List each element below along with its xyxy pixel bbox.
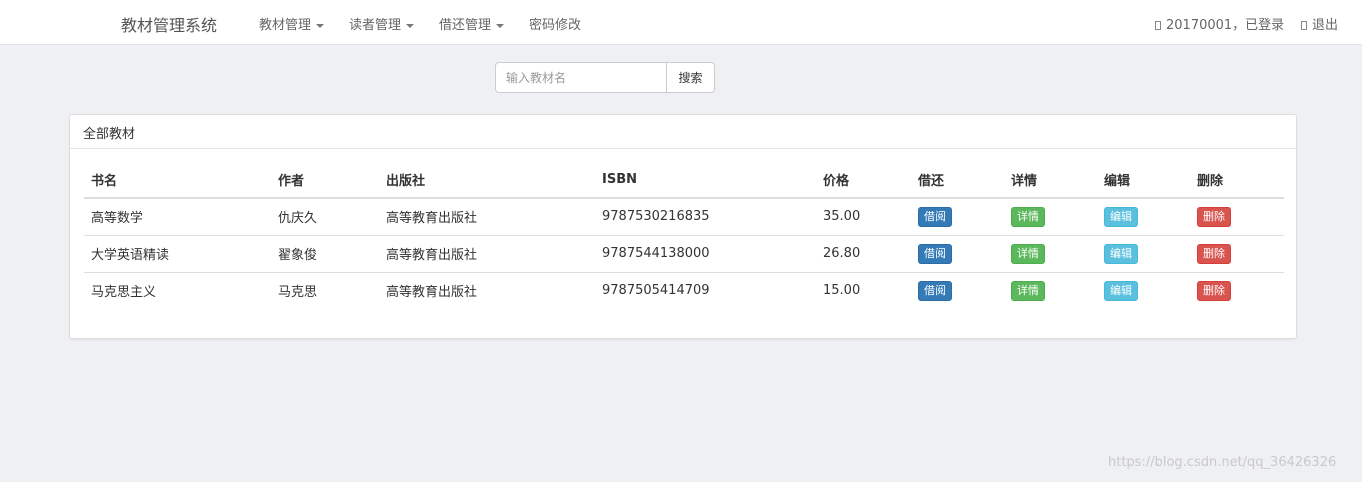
delete-button[interactable]: 删除 xyxy=(1197,243,1231,264)
caret-down-icon xyxy=(406,23,415,28)
book-publisher: 高等教育出版社 xyxy=(379,271,595,309)
table-row: 高等数学 仇庆久 高等教育出版社 9787530216835 35.00 借阅 … xyxy=(84,197,1284,235)
detail-cell: 详情 xyxy=(1004,234,1097,272)
watermark: https://blog.csdn.net/qq_36426326 xyxy=(1108,455,1337,470)
book-price: 35.00 xyxy=(816,197,911,235)
book-price: 15.00 xyxy=(816,271,911,309)
borrow-button[interactable]: 借阅 xyxy=(918,280,952,301)
book-title: 大学英语精读 xyxy=(84,234,271,272)
nav-menu-readers[interactable]: 读者管理 xyxy=(349,14,415,33)
book-publisher: 高等教育出版社 xyxy=(379,234,595,272)
table-row: 马克思主义 马克思 高等教育出版社 9787505414709 15.00 借阅… xyxy=(84,271,1284,309)
borrow-cell: 借阅 xyxy=(911,234,1004,272)
detail-button[interactable]: 详情 xyxy=(1011,280,1045,301)
textbook-panel: 全部教材 书名 作者 出版社 ISBN 价格 借还 详情 编辑 删除 高等数学 … xyxy=(69,114,1297,339)
table-row: 大学英语精读 翟象俊 高等教育出版社 9787544138000 26.80 借… xyxy=(84,234,1284,272)
user-status[interactable]: 20170001，已登录 xyxy=(1155,14,1284,33)
nav-menu-password[interactable]: 密码修改 xyxy=(529,14,581,33)
column-header: 删除 xyxy=(1190,162,1284,199)
book-title: 高等数学 xyxy=(84,197,271,235)
table-header-row: 书名 作者 出版社 ISBN 价格 借还 详情 编辑 删除 xyxy=(84,162,1284,199)
book-price: 26.80 xyxy=(816,234,911,272)
book-author: 仇庆久 xyxy=(271,197,379,235)
nav-menu-label: 密码修改 xyxy=(529,18,582,33)
detail-button[interactable]: 详情 xyxy=(1011,206,1045,227)
book-title: 马克思主义 xyxy=(84,271,271,309)
user-status-text: 20170001，已登录 xyxy=(1166,18,1285,33)
edit-button[interactable]: 编辑 xyxy=(1104,280,1138,301)
column-header: 出版社 xyxy=(379,162,595,199)
nav-menu-label: 教材管理 xyxy=(259,18,312,33)
column-header: 详情 xyxy=(1004,162,1097,199)
column-header: 借还 xyxy=(911,162,1004,199)
book-author: 翟象俊 xyxy=(271,234,379,272)
panel-title: 全部教材 xyxy=(70,115,1296,149)
column-header: 价格 xyxy=(816,162,911,199)
detail-button[interactable]: 详情 xyxy=(1011,243,1045,264)
top-navbar: 教材管理系统 教材管理 读者管理 借还管理 密码修改 20170001，已登录 … xyxy=(0,0,1362,45)
edit-cell: 编辑 xyxy=(1097,197,1190,235)
search-input[interactable] xyxy=(495,62,667,93)
book-author: 马克思 xyxy=(271,271,379,309)
detail-cell: 详情 xyxy=(1004,197,1097,235)
borrow-button[interactable]: 借阅 xyxy=(918,243,952,264)
delete-button[interactable]: 删除 xyxy=(1197,206,1231,227)
nav-menu-lending[interactable]: 借还管理 xyxy=(439,14,505,33)
edit-cell: 编辑 xyxy=(1097,271,1190,309)
logout-label: 退出 xyxy=(1312,18,1339,33)
book-isbn: 9787544138000 xyxy=(595,234,816,272)
app-brand[interactable]: 教材管理系统 xyxy=(121,12,217,36)
textbook-table: 书名 作者 出版社 ISBN 价格 借还 详情 编辑 删除 高等数学 仇庆久 高… xyxy=(84,162,1284,309)
nav-menu-label: 借还管理 xyxy=(439,18,492,33)
user-icon xyxy=(1155,21,1161,30)
logout-icon xyxy=(1301,21,1307,30)
edit-button[interactable]: 编辑 xyxy=(1104,243,1138,264)
column-header: ISBN xyxy=(595,162,816,199)
column-header: 作者 xyxy=(271,162,379,199)
borrow-cell: 借阅 xyxy=(911,197,1004,235)
nav-menu-textbooks[interactable]: 教材管理 xyxy=(259,14,325,33)
caret-down-icon xyxy=(496,23,505,28)
edit-button[interactable]: 编辑 xyxy=(1104,206,1138,227)
edit-cell: 编辑 xyxy=(1097,234,1190,272)
column-header: 书名 xyxy=(84,162,271,199)
logout-link[interactable]: 退出 xyxy=(1301,14,1338,33)
book-isbn: 9787505414709 xyxy=(595,271,816,309)
borrow-button[interactable]: 借阅 xyxy=(918,206,952,227)
column-header: 编辑 xyxy=(1097,162,1190,199)
book-isbn: 9787530216835 xyxy=(595,197,816,235)
delete-cell: 删除 xyxy=(1190,271,1284,309)
delete-button[interactable]: 删除 xyxy=(1197,280,1231,301)
detail-cell: 详情 xyxy=(1004,271,1097,309)
book-publisher: 高等教育出版社 xyxy=(379,197,595,235)
borrow-cell: 借阅 xyxy=(911,271,1004,309)
delete-cell: 删除 xyxy=(1190,197,1284,235)
nav-menu-label: 读者管理 xyxy=(349,18,402,33)
caret-down-icon xyxy=(316,23,325,28)
delete-cell: 删除 xyxy=(1190,234,1284,272)
search-button[interactable]: 搜索 xyxy=(666,62,715,93)
